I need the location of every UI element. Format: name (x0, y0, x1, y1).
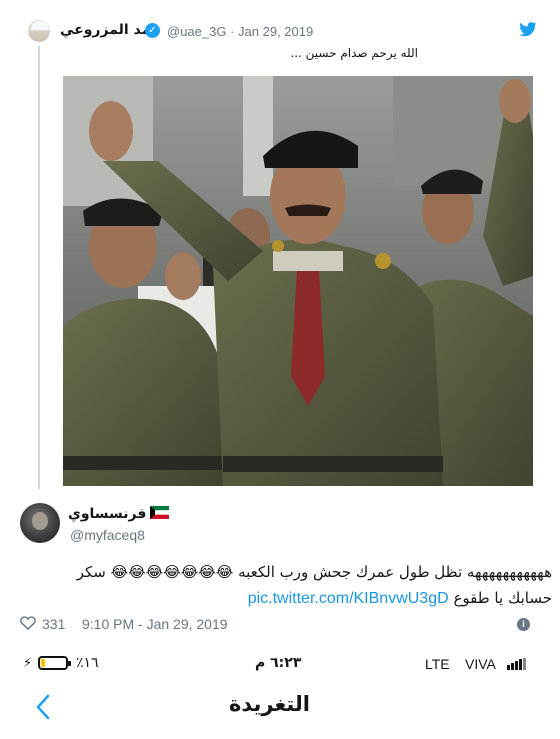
signal-strength-icon (507, 658, 527, 670)
twitter-bird-icon[interactable] (518, 22, 538, 38)
carrier-name: VIVA (465, 656, 496, 672)
quoted-tweet-date[interactable]: · Jan 29, 2019 (230, 24, 313, 39)
reply-author-handle[interactable]: @myfaceq8 (70, 527, 145, 543)
reply-author-avatar[interactable] (20, 503, 60, 543)
nav-title: التغريدة (229, 692, 310, 716)
like-count[interactable]: 331 (42, 616, 65, 632)
reply-text-line-1: هههههههههههه تظل طول عمرك جحش ورب الكعبه… (76, 563, 552, 581)
charging-bolt-icon: ⚡ (23, 656, 33, 671)
quoted-tweet-text: الله يرحم صدام حسين ... (290, 46, 418, 60)
heart-icon[interactable] (20, 616, 36, 630)
battery-percent: ١٦٪ (76, 655, 99, 671)
reply-text-line-2-text: حسابك يا طقوع (453, 589, 552, 607)
kuwait-flag-icon (150, 506, 169, 519)
reply-timestamp[interactable]: 9:10 PM - Jan 29, 2019 (82, 616, 228, 632)
battery-icon (38, 656, 71, 670)
quoted-author-handle[interactable]: @uae_3G (167, 24, 226, 39)
status-time: ٦:٢٣ م (255, 655, 302, 671)
reply-author-name[interactable]: فرنسساوي (68, 506, 146, 522)
quoted-author-avatar[interactable] (28, 20, 50, 42)
media-link[interactable]: pic.twitter.com/KIBnvwU3gD (248, 590, 449, 607)
quoted-author-handle-and-date[interactable]: @uae_3G · Jan 29, 2019 (167, 24, 313, 39)
photo-illustration (63, 76, 533, 486)
tweet-photo[interactable] (63, 76, 533, 486)
thread-connector-line (38, 46, 40, 489)
network-type: LTE (425, 656, 450, 672)
battery-level-fill (41, 659, 45, 667)
verified-badge-icon: ✓ (145, 23, 160, 38)
chevron-left-icon[interactable] (36, 694, 50, 720)
info-icon[interactable]: i (517, 618, 530, 631)
reply-text-line-2: حسابك يا طقوع pic.twitter.com/KIBnvwU3gD (14, 586, 552, 611)
